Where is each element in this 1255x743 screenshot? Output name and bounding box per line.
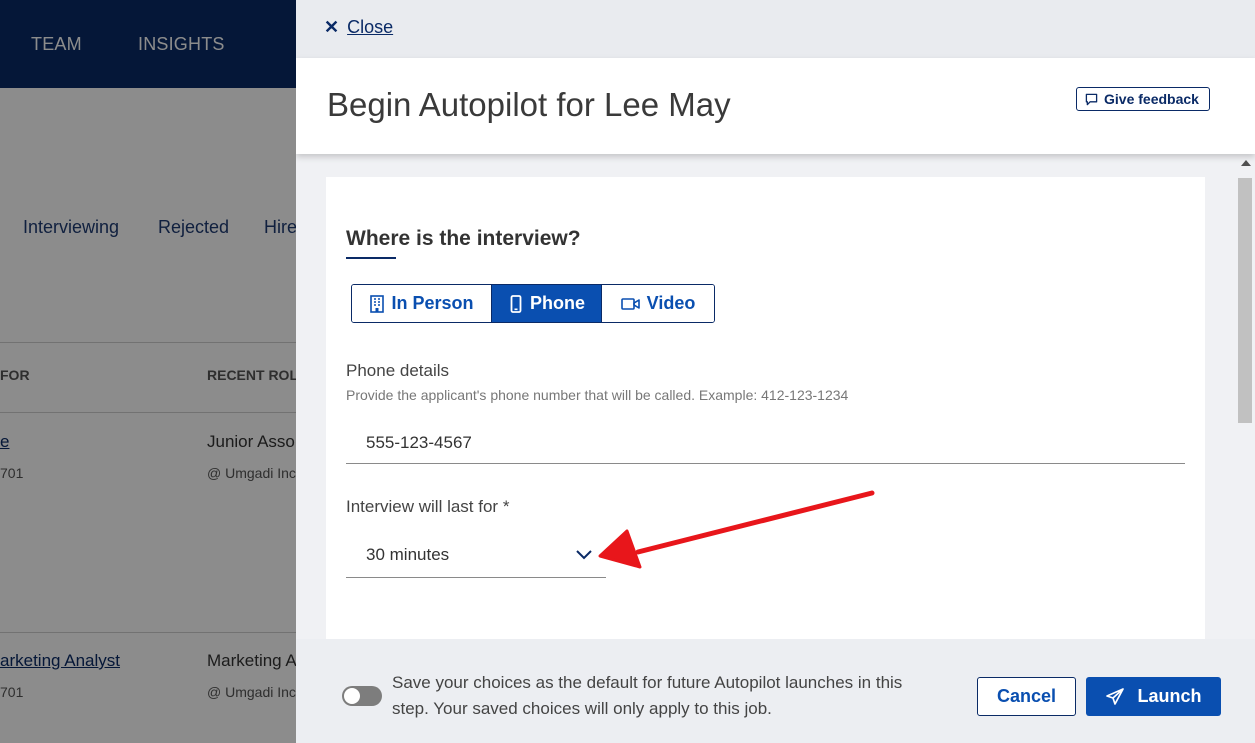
section-underline (346, 257, 396, 259)
interview-location-selector: In Person Phone Video (351, 284, 715, 323)
scrollbar[interactable] (1236, 154, 1255, 639)
cancel-label: Cancel (996, 686, 1057, 706)
close-label: Close (347, 17, 394, 37)
toggle-knob (344, 688, 360, 704)
section-title: Where is the interview? (346, 227, 581, 250)
location-option-label: In Person (391, 293, 474, 313)
chevron-down-icon (576, 550, 592, 560)
close-bar: ✕ Close (296, 0, 1255, 58)
drawer-footer: Save your choices as the default for fut… (296, 639, 1255, 743)
give-feedback-button[interactable]: Give feedback (1076, 87, 1210, 111)
interview-settings-card: Where is the interview? In Person Phone … (326, 177, 1205, 647)
cancel-button[interactable]: Cancel (977, 677, 1076, 716)
phone-details-hint: Provide the applicant's phone number tha… (346, 387, 849, 403)
save-default-toggle[interactable] (342, 686, 382, 706)
duration-value: 30 minutes (366, 545, 450, 564)
duration-label: Interview will last for * (346, 497, 510, 516)
location-option-label: Phone (529, 293, 585, 313)
phone-number-input[interactable] (346, 422, 1185, 464)
building-icon (370, 294, 385, 313)
location-option-in-person[interactable]: In Person (352, 285, 492, 322)
give-feedback-label: Give feedback (1104, 91, 1199, 107)
page-title: Begin Autopilot for Lee May (327, 86, 731, 123)
phone-details-label: Phone details (346, 361, 450, 380)
scrollbar-thumb[interactable] (1238, 178, 1252, 423)
launch-button[interactable]: Launch (1086, 677, 1221, 716)
comment-icon (1085, 93, 1098, 105)
location-option-phone[interactable]: Phone (492, 285, 602, 322)
scroll-up-icon[interactable] (1241, 160, 1251, 166)
close-button[interactable]: ✕ Close (324, 17, 393, 38)
send-icon (1106, 687, 1125, 705)
phone-icon (510, 294, 522, 313)
duration-select[interactable]: 30 minutes (346, 534, 606, 578)
close-icon: ✕ (324, 17, 340, 37)
drawer-header: Begin Autopilot for Lee May Give feedbac… (296, 58, 1255, 154)
location-option-label: Video (646, 293, 696, 313)
video-icon (620, 297, 640, 310)
location-option-video[interactable]: Video (602, 285, 714, 322)
autopilot-drawer: ✕ Close Begin Autopilot for Lee May Give… (296, 0, 1255, 743)
launch-label: Launch (1137, 686, 1202, 706)
save-default-text: Save your choices as the default for fut… (392, 673, 903, 718)
